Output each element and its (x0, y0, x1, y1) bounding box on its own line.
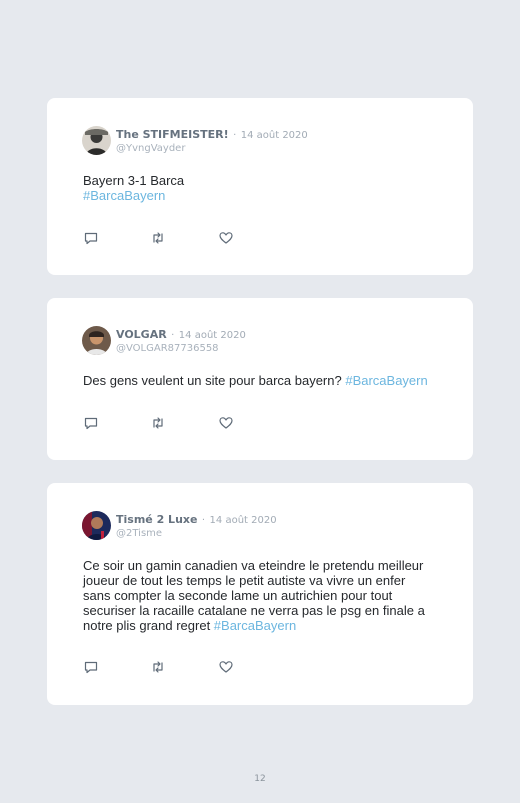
avatar[interactable] (82, 126, 111, 155)
like-icon[interactable] (218, 415, 234, 431)
page: The STIFMEISTER! · 14 août 2020 @YvngVay… (0, 0, 520, 803)
tweet-text-line: Ce soir un gamin canadien va eteindre le… (83, 558, 424, 573)
hashtag-link[interactable]: #BarcaBayern (83, 188, 165, 203)
tweet-text-line: joueur de tout les temps le petit autist… (83, 573, 406, 588)
retweet-icon[interactable] (150, 230, 166, 246)
author-handle[interactable]: @YvngVayder (116, 142, 308, 155)
separator: · (233, 130, 237, 141)
page-number: 12 (254, 774, 266, 784)
retweet-icon[interactable] (150, 415, 166, 431)
reply-icon[interactable] (83, 659, 99, 675)
tweet-text: Des gens veulent un site pour barca baye… (83, 373, 445, 388)
tweet-actions (83, 659, 243, 675)
separator: · (171, 330, 175, 341)
tweet-actions (83, 230, 243, 246)
tweet-actions (83, 415, 243, 431)
tweet-header: VOLGAR · 14 août 2020 @VOLGAR87736558 (116, 327, 246, 355)
avatar[interactable] (82, 326, 111, 355)
tweet-date[interactable]: 14 août 2020 (179, 330, 246, 341)
author-name[interactable]: Tismé 2 Luxe (116, 513, 197, 526)
reply-icon[interactable] (83, 230, 99, 246)
tweet-text-line: securiser la racaille catalane ne verra … (83, 603, 425, 618)
avatar[interactable] (82, 511, 111, 540)
tweet-text: Bayern 3-1 Barca #BarcaBayern (83, 173, 445, 203)
author-handle[interactable]: @VOLGAR87736558 (116, 342, 246, 355)
like-icon[interactable] (218, 659, 234, 675)
tweet-date[interactable]: 14 août 2020 (210, 515, 277, 526)
tweet-header: The STIFMEISTER! · 14 août 2020 @YvngVay… (116, 127, 308, 155)
tweet-text-line: Bayern 3-1 Barca (83, 173, 185, 188)
retweet-icon[interactable] (150, 659, 166, 675)
separator: · (201, 515, 206, 526)
author-name[interactable]: The STIFMEISTER! (116, 128, 229, 141)
reply-icon[interactable] (83, 415, 99, 431)
tweet-header: Tismé 2 Luxe · 14 août 2020 @2Tisme (116, 512, 277, 540)
hashtag-link[interactable]: #BarcaBayern (345, 373, 427, 388)
hashtag-link[interactable]: #BarcaBayern (214, 618, 296, 633)
author-name[interactable]: VOLGAR (116, 328, 167, 341)
tweet-card: The STIFMEISTER! · 14 août 2020 @YvngVay… (47, 98, 473, 275)
tweet-card: VOLGAR · 14 août 2020 @VOLGAR87736558 De… (47, 298, 473, 460)
tweet-text-line: Des gens veulent un site pour barca baye… (83, 373, 346, 388)
tweet-card: Tismé 2 Luxe · 14 août 2020 @2Tisme Ce s… (47, 483, 473, 705)
like-icon[interactable] (218, 230, 234, 246)
tweet-text-line: sans compter la seconde lame un autrichi… (83, 588, 393, 603)
tweet-date[interactable]: 14 août 2020 (241, 130, 308, 141)
author-handle[interactable]: @2Tisme (116, 527, 277, 540)
tweet-text: Ce soir un gamin canadien va eteindre le… (83, 558, 445, 633)
tweet-text-line: notre plis grand regret (83, 618, 214, 633)
